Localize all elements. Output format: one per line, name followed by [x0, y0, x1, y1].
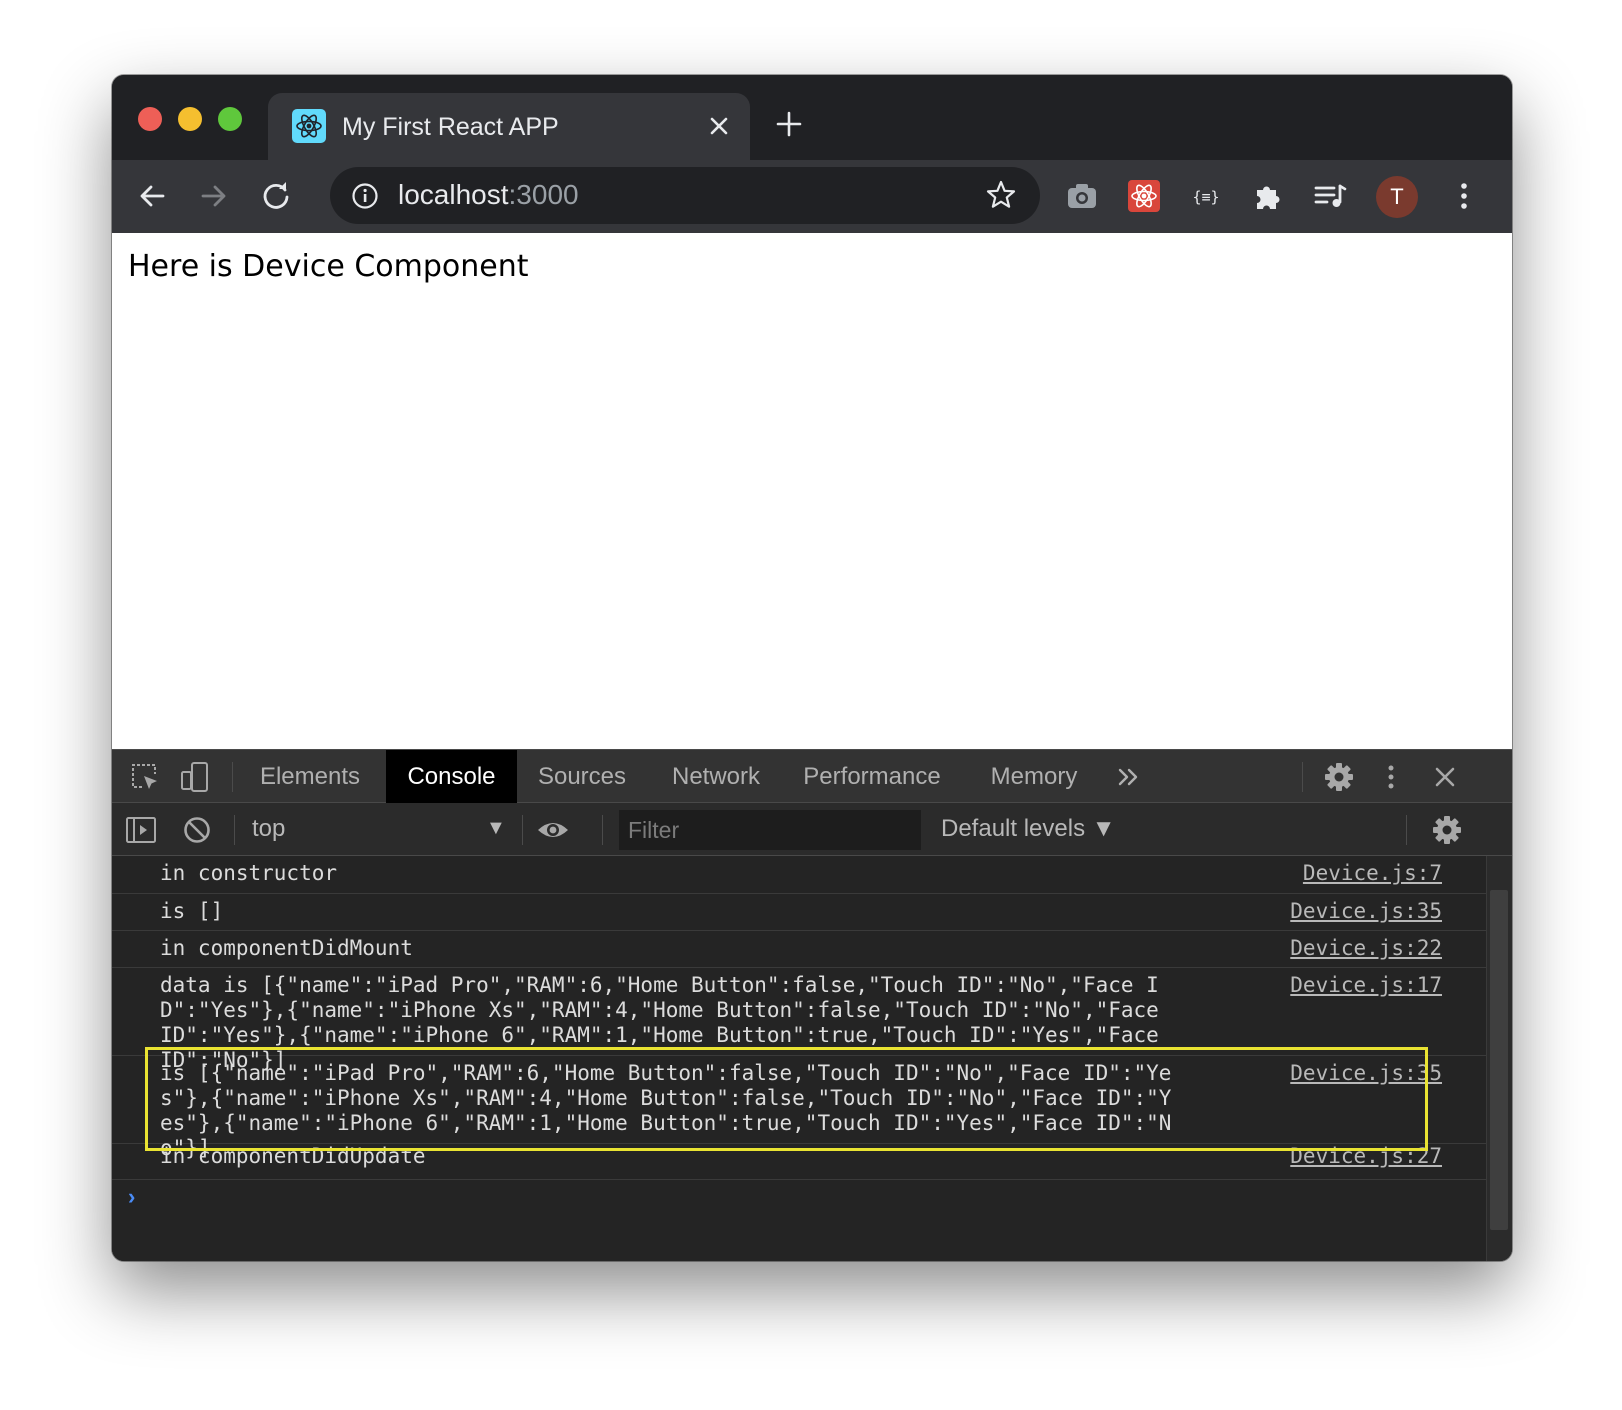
react-logo-icon — [292, 109, 326, 143]
browser-tab-active[interactable]: My First React APP — [268, 93, 750, 160]
console-message-text: in componentDidMount — [160, 936, 413, 960]
toolbar-separator — [522, 815, 523, 845]
forward-arrow-icon[interactable] — [196, 178, 232, 214]
log-levels-label: Default levels — [941, 815, 1086, 842]
close-devtools-icon[interactable] — [1428, 760, 1462, 794]
tab-console[interactable]: Console — [386, 750, 517, 803]
show-sidebar-icon[interactable] — [124, 813, 158, 847]
console-scrollbar-thumb[interactable] — [1490, 890, 1508, 1230]
console-message-text: is [] — [160, 899, 224, 923]
devtools-settings-gear-icon[interactable] — [1322, 760, 1356, 794]
console-filter-input[interactable] — [619, 810, 921, 850]
live-expression-eye-icon[interactable] — [536, 813, 570, 847]
tab-strip: My First React APP — [112, 75, 1512, 160]
console-source-link[interactable]: Device.js:35 — [1290, 899, 1442, 924]
console-prompt-chevron-icon[interactable]: › — [128, 1184, 135, 1210]
devtools-tab-bar: Elements Console Sources Network Perform… — [112, 749, 1512, 803]
media-controls-icon[interactable] — [1312, 178, 1348, 214]
device-toolbar-icon[interactable] — [178, 760, 212, 794]
devtools-menu-icon[interactable] — [1374, 760, 1408, 794]
reload-icon[interactable] — [258, 178, 294, 214]
url-port: :3000 — [508, 179, 579, 210]
address-url[interactable]: localhost:3000 — [398, 179, 579, 211]
console-settings-gear-icon[interactable] — [1430, 813, 1464, 847]
profile-avatar[interactable]: T — [1376, 176, 1418, 218]
clear-console-icon[interactable] — [180, 813, 214, 847]
page-text: Here is Device Component — [128, 249, 529, 284]
browser-toolbar: localhost:3000 {≡} T — [112, 160, 1512, 233]
json-formatter-extension-icon[interactable]: {≡} — [1188, 178, 1224, 214]
url-host: localhost — [398, 179, 509, 210]
console-message: in componentDidMount Device.js:22 — [112, 931, 1486, 968]
console-message-text: in constructor — [160, 861, 338, 885]
console-message: data is [{"name":"iPad Pro","RAM":6,"Hom… — [112, 968, 1486, 1072]
tab-title: My First React APP — [342, 113, 559, 141]
new-tab-icon[interactable] — [774, 109, 804, 139]
tab-separator — [1302, 762, 1303, 792]
react-devtools-extension-icon[interactable] — [1126, 178, 1162, 214]
zoom-window-button[interactable] — [218, 107, 242, 131]
back-arrow-icon[interactable] — [134, 178, 170, 214]
toolbar-separator — [234, 815, 235, 845]
execution-context-selector[interactable]: top — [252, 815, 285, 843]
svg-text:{≡}: {≡} — [1192, 188, 1219, 206]
page-viewport: Here is Device Component — [112, 233, 1512, 749]
inspect-element-icon[interactable] — [128, 760, 162, 794]
close-window-button[interactable] — [138, 107, 162, 131]
browser-menu-icon[interactable] — [1446, 178, 1482, 214]
log-levels-dropdown[interactable]: Default levels ▼ — [941, 815, 1116, 843]
tab-memory[interactable]: Memory — [974, 750, 1094, 803]
extensions-puzzle-icon[interactable] — [1250, 178, 1286, 214]
camera-extension-icon[interactable] — [1064, 178, 1100, 214]
console-source-link[interactable]: Device.js:17 — [1290, 973, 1442, 998]
tab-sources[interactable]: Sources — [528, 750, 636, 803]
site-info-icon[interactable] — [350, 181, 380, 211]
bookmark-star-icon[interactable] — [984, 178, 1018, 212]
console-filter-bar: top ▼ Default levels ▼ — [112, 803, 1512, 856]
more-tabs-chevron-icon[interactable] — [1112, 760, 1146, 794]
close-tab-icon[interactable] — [704, 111, 734, 141]
context-dropdown-caret-icon[interactable]: ▼ — [486, 817, 506, 840]
toolbar-separator — [602, 815, 603, 845]
browser-window: My First React APP localhost:3000 {≡} T … — [112, 75, 1512, 1261]
tab-elements[interactable]: Elements — [246, 750, 374, 803]
console-message: is [] Device.js:35 — [112, 894, 1486, 931]
console-source-link[interactable]: Device.js:7 — [1303, 861, 1442, 886]
address-bar[interactable]: localhost:3000 — [330, 167, 1040, 224]
console-source-link[interactable]: Device.js:22 — [1290, 936, 1442, 961]
toolbar-separator — [1406, 815, 1407, 845]
minimize-window-button[interactable] — [178, 107, 202, 131]
tab-network[interactable]: Network — [656, 750, 776, 803]
console-scrollbar[interactable] — [1486, 856, 1512, 1261]
console-message: in constructor Device.js:7 — [112, 856, 1486, 894]
highlight-annotation-box — [145, 1047, 1428, 1151]
tab-separator — [232, 762, 233, 792]
tab-performance[interactable]: Performance — [792, 750, 952, 803]
devtools-panel: Elements Console Sources Network Perform… — [112, 749, 1512, 1261]
